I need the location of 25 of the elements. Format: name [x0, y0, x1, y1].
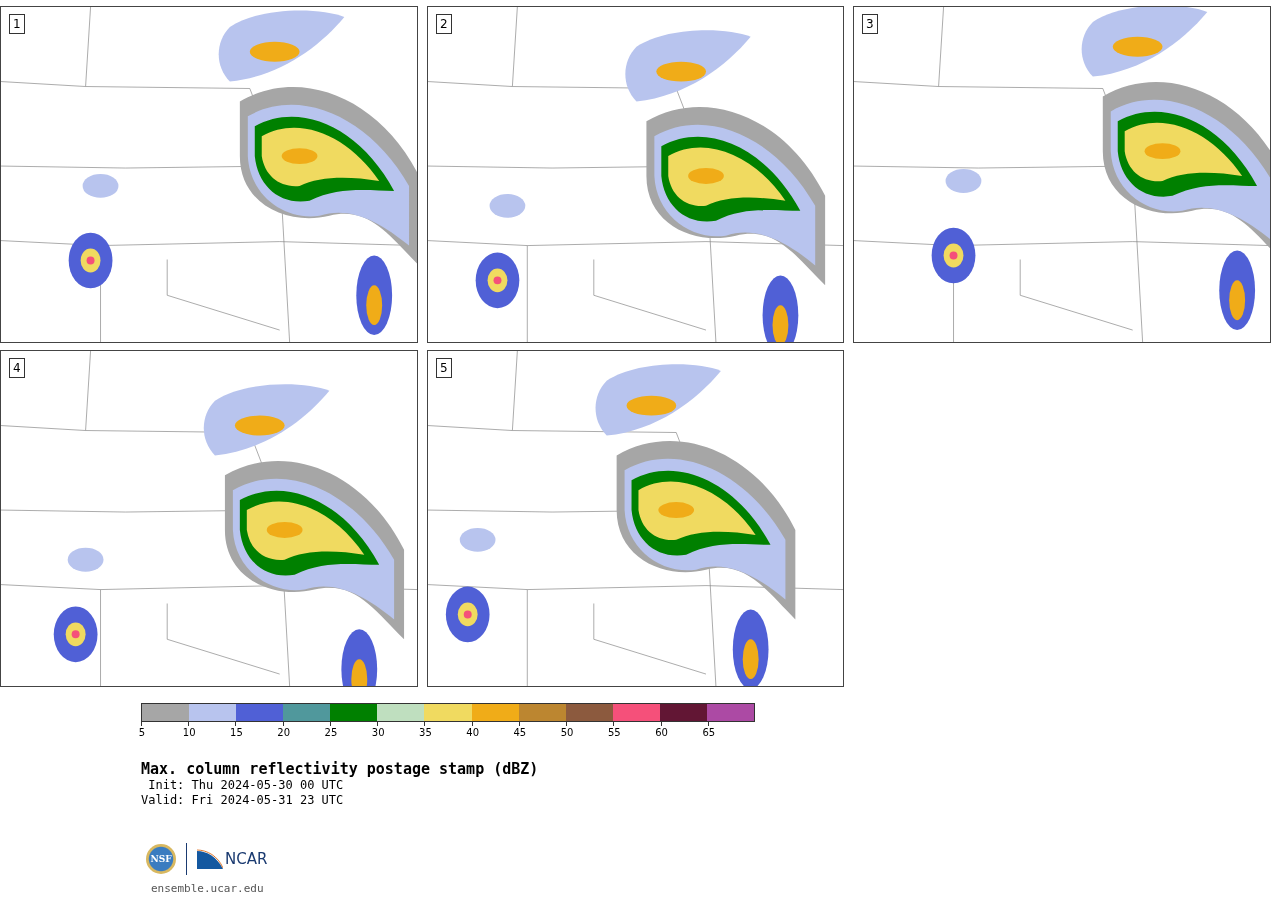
- tick-label: 45: [513, 727, 527, 738]
- tick-label: 20: [277, 727, 291, 738]
- nsf-logo: NSF: [146, 844, 176, 874]
- tick-label: 15: [230, 727, 243, 738]
- panel-number: 2: [436, 14, 452, 34]
- website-url: ensemble.ucar.edu: [151, 882, 265, 895]
- init-time: Init: Thu 2024-05-30 00 UTC: [147, 778, 345, 793]
- swoosh-icon: [197, 849, 223, 869]
- tick-label: 65: [702, 727, 716, 738]
- tick-label: 5: [138, 727, 146, 738]
- tick-label: 50: [560, 727, 574, 738]
- tick-label: 35: [419, 727, 432, 738]
- tick-label: 10: [182, 727, 196, 738]
- tick-label: 25: [324, 727, 338, 738]
- valid-time: Valid: Fri 2024-05-31 23 UTC: [141, 793, 345, 808]
- tick-label: 40: [466, 727, 479, 738]
- tick-label: 30: [371, 727, 385, 738]
- panel-number: 4: [9, 358, 25, 378]
- panel-number: 3: [862, 14, 878, 34]
- tick-label: 60: [655, 727, 668, 738]
- tick-label: 55: [608, 727, 621, 738]
- panel-number: 1: [9, 14, 25, 34]
- chart-title: Max. column reflectivity postage stamp (dBZ): [141, 760, 540, 778]
- panel-number: 5: [436, 358, 452, 378]
- ncar-logo: NCAR: [225, 850, 268, 868]
